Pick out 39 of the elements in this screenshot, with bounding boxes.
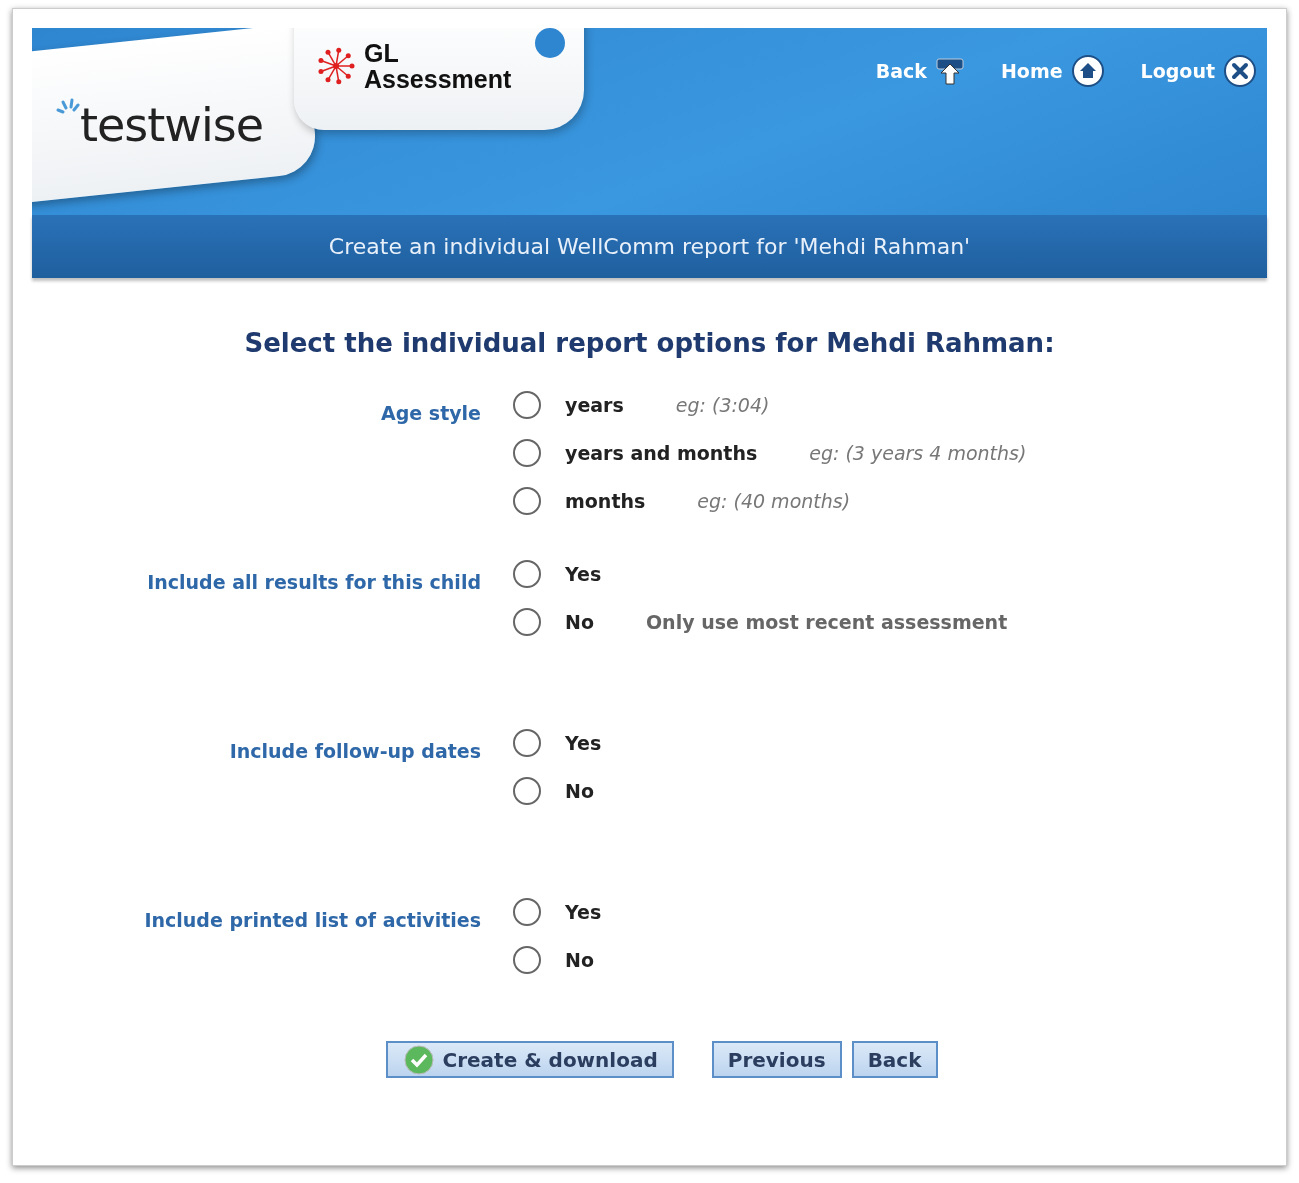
nav-button[interactable]: Previous — [711, 1041, 842, 1078]
example-hint: eg: (3:04) — [675, 393, 770, 416]
radio-button[interactable] — [513, 607, 541, 636]
radio-button[interactable] — [513, 438, 541, 467]
publisher-logo-text: GL — [364, 40, 400, 66]
example-hint: eg: (3 years 4 months) — [809, 441, 1027, 464]
example-hint: eg: (40 months) — [697, 489, 851, 512]
radio-label: Yes — [565, 900, 602, 923]
page-title-bar: Create an individual WellComm report for 'Mehdi Rahman' — [32, 215, 1267, 278]
radio-button[interactable] — [513, 897, 541, 926]
radio-button[interactable] — [513, 776, 541, 805]
nav-button[interactable]: Back — [851, 1041, 938, 1078]
option-label: Include follow-up dates — [229, 740, 481, 762]
network-star-icon — [316, 46, 356, 86]
radio-label: No — [565, 610, 594, 633]
radio-label: No — [565, 779, 594, 802]
radio-label: No — [565, 948, 594, 971]
radio-button[interactable] — [513, 486, 541, 515]
close-icon — [1223, 54, 1257, 88]
create-download-button[interactable]: Create & download — [386, 1041, 674, 1078]
radio-button[interactable] — [513, 559, 541, 588]
upload-arrow-icon — [934, 56, 965, 86]
home-icon — [1070, 54, 1105, 88]
radio-label: years and months — [565, 441, 758, 464]
publisher-logo-text: Assessment — [364, 66, 512, 92]
brand-logo-text: testwise — [80, 98, 263, 152]
checkmark-icon — [404, 1044, 435, 1075]
option-label: Include printed list of activities — [144, 909, 481, 931]
option-label: Include all results for this child — [147, 571, 481, 593]
example-hint: Only use most recent assessment — [645, 610, 1008, 633]
radio-label: years — [565, 393, 624, 416]
section-heading: Select the individual report options for Mehdi Rahman: — [243, 328, 1056, 358]
option-label: Age style — [381, 402, 481, 424]
radio-button[interactable] — [513, 390, 541, 419]
radio-label: months — [565, 489, 646, 512]
radio-button[interactable] — [513, 945, 541, 974]
radio-label: Yes — [565, 731, 602, 754]
radio-label: Yes — [565, 562, 602, 585]
radio-button[interactable] — [513, 728, 541, 757]
